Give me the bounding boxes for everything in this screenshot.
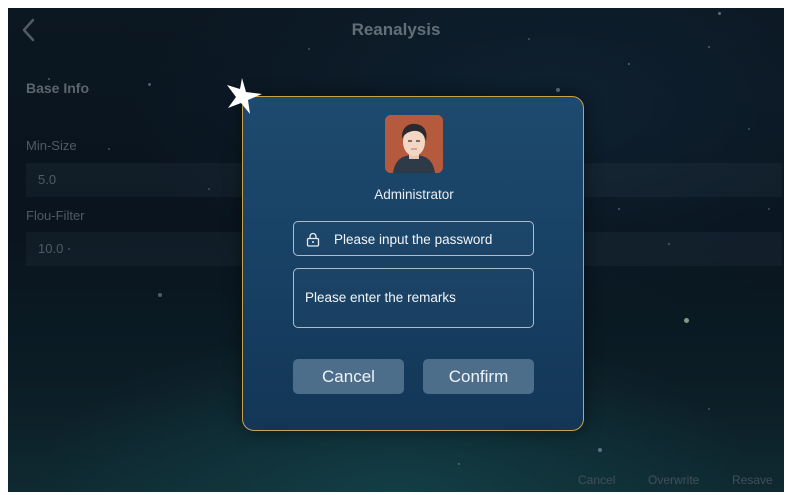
remarks-input[interactable]	[305, 290, 525, 310]
app-screen: Reanalysis Base Info Min-Size 5.0 Flou-F…	[8, 8, 784, 492]
lock-icon	[306, 232, 320, 247]
remarks-field[interactable]	[293, 268, 534, 328]
cancel-button[interactable]: Cancel	[293, 359, 404, 394]
password-field[interactable]	[293, 221, 534, 256]
password-input[interactable]	[334, 230, 524, 248]
avatar-icon	[385, 115, 443, 173]
star-icon	[227, 78, 262, 114]
role-name: Administrator	[374, 187, 454, 202]
admin-avatar	[385, 115, 443, 173]
confirm-button[interactable]: Confirm	[423, 359, 534, 394]
password-dialog: Administrator Cancel Confirm	[242, 96, 584, 431]
